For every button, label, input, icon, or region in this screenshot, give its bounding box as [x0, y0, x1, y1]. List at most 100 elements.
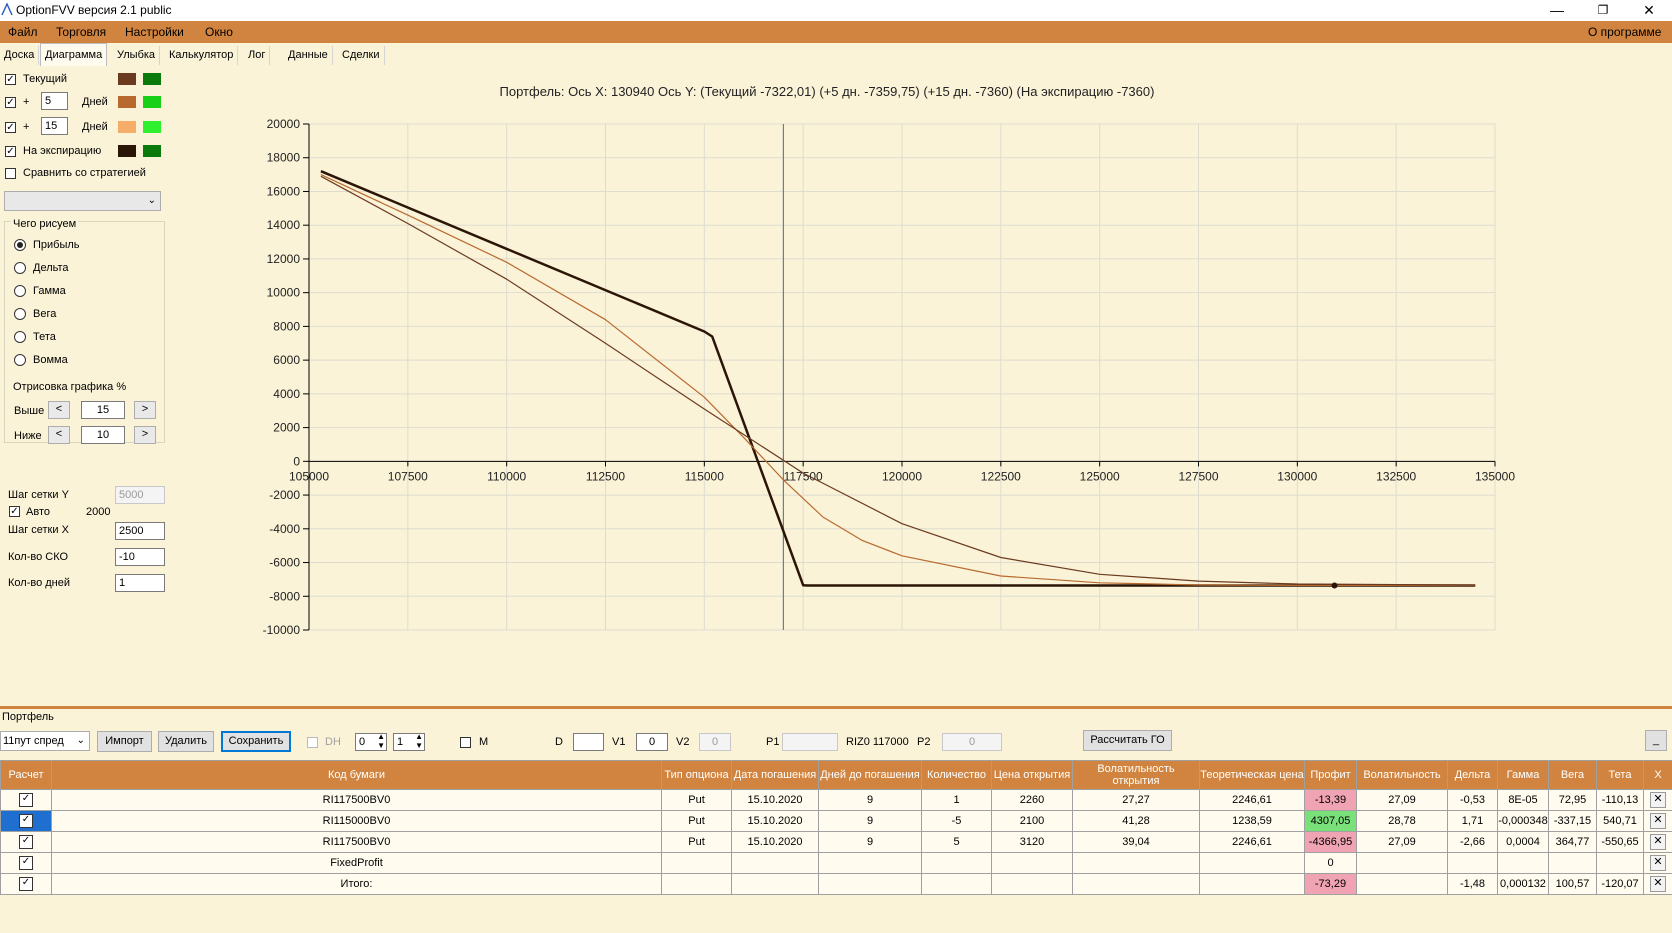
- tab-diagram[interactable]: Диаграмма: [40, 43, 108, 66]
- calc-checkbox[interactable]: ✓: [19, 814, 33, 828]
- cell-theta[interactable]: 540,71: [1596, 810, 1644, 832]
- restore-icon[interactable]: ❐: [1580, 0, 1626, 21]
- table-row[interactable]: ✓ RI117500BV0 Put 15.10.2020 9 5 3120 39,04 2246…: [0, 831, 1672, 853]
- m-checkbox[interactable]: [460, 737, 471, 748]
- cell-delta[interactable]: -1,48: [1447, 873, 1498, 895]
- table-row[interactable]: ✓ RI117500BV0 Put 15.10.2020 9 1 2260 27,27 2246…: [0, 789, 1672, 811]
- cell-theta[interactable]: -110,13: [1596, 789, 1644, 811]
- cell-delta[interactable]: -2,66: [1447, 831, 1498, 853]
- table-row[interactable]: ✓ Итого: -73,29 -1,48 0,000132 100,57 -120,07 ✕: [0, 873, 1672, 895]
- close-icon[interactable]: ✕: [1626, 0, 1672, 21]
- cell-theo[interactable]: 2246,61: [1199, 789, 1305, 811]
- p2-input[interactable]: 0: [942, 733, 1002, 751]
- column-header[interactable]: Профит: [1304, 760, 1357, 790]
- spin2-arrows-icon[interactable]: ▲ ▼: [415, 732, 423, 750]
- column-header[interactable]: Тета: [1596, 760, 1644, 790]
- table-row[interactable]: ✓ FixedProfit 0 ✕: [0, 852, 1672, 874]
- save-button[interactable]: Сохранить: [221, 731, 291, 752]
- cell-vol[interactable]: [1356, 873, 1448, 895]
- p1-input[interactable]: [782, 733, 838, 751]
- expiration-color-swatch[interactable]: [118, 145, 136, 157]
- compare-checkbox[interactable]: [5, 168, 16, 179]
- cell-price[interactable]: [991, 873, 1073, 895]
- current-checkbox[interactable]: ✓: [5, 74, 16, 85]
- column-header[interactable]: Код бумаги: [51, 760, 662, 790]
- above-input[interactable]: 15: [81, 401, 125, 419]
- sko-input[interactable]: -10: [115, 548, 165, 566]
- cell-code[interactable]: FixedProfit: [51, 852, 662, 874]
- cell-theta[interactable]: -550,65: [1596, 831, 1644, 853]
- cell-date[interactable]: [731, 873, 819, 895]
- auto-checkbox[interactable]: ✓: [9, 506, 20, 517]
- v2-input[interactable]: 0: [699, 733, 731, 751]
- cell-price[interactable]: 2100: [991, 810, 1073, 832]
- tab-deals[interactable]: Сделки: [338, 46, 385, 65]
- column-header[interactable]: Волатильность: [1356, 760, 1448, 790]
- cell-gamma[interactable]: 0,000132: [1497, 873, 1549, 895]
- radio-vomma[interactable]: [14, 354, 26, 366]
- cell-days[interactable]: 9: [818, 810, 922, 832]
- cell-type[interactable]: Put: [661, 831, 732, 853]
- calc-checkbox-cell[interactable]: ✓: [0, 831, 52, 853]
- cell-date[interactable]: 15.10.2020: [731, 831, 819, 853]
- tab-log[interactable]: Лог: [244, 46, 271, 65]
- cell-vega[interactable]: 72,95: [1548, 789, 1597, 811]
- cell-theo[interactable]: [1199, 873, 1305, 895]
- calc-checkbox-cell[interactable]: ✓: [0, 852, 52, 874]
- radio-gamma[interactable]: [14, 285, 26, 297]
- column-header[interactable]: Количество: [921, 760, 992, 790]
- cell-vol[interactable]: 27,09: [1356, 789, 1448, 811]
- cell-days[interactable]: 9: [818, 789, 922, 811]
- cell-delta[interactable]: -0,53: [1447, 789, 1498, 811]
- cell-gamma[interactable]: [1497, 852, 1549, 874]
- remove-row-icon[interactable]: ✕: [1650, 876, 1666, 892]
- cell-date[interactable]: 15.10.2020: [731, 789, 819, 811]
- strategy-dropdown[interactable]: 11пут спред ⌄: [0, 731, 90, 751]
- cell-type[interactable]: Put: [661, 789, 732, 811]
- cell-profit[interactable]: 4307,05: [1304, 810, 1357, 832]
- calc-checkbox[interactable]: ✓: [19, 835, 33, 849]
- radio-theta[interactable]: [14, 331, 26, 343]
- calc-checkbox-cell[interactable]: ✓: [0, 789, 52, 811]
- cell-price[interactable]: 2260: [991, 789, 1073, 811]
- cell-vol-open[interactable]: 41,28: [1072, 810, 1200, 832]
- tab-board[interactable]: Доска: [0, 46, 40, 65]
- cell-price[interactable]: [991, 852, 1073, 874]
- d-input[interactable]: [573, 733, 604, 751]
- cell-vol-open[interactable]: 39,04: [1072, 831, 1200, 853]
- tab-calculator[interactable]: Калькулятор: [165, 46, 239, 65]
- radio-delta[interactable]: [14, 262, 26, 274]
- days1-color-swatch[interactable]: [118, 96, 136, 108]
- column-header[interactable]: Волатильность открытия: [1072, 760, 1200, 790]
- delete-button[interactable]: Удалить: [158, 731, 214, 752]
- menu-window[interactable]: Окно: [205, 25, 233, 39]
- cell-delta[interactable]: [1447, 852, 1498, 874]
- cell-days[interactable]: [818, 852, 922, 874]
- menu-about[interactable]: О программе: [1588, 25, 1661, 39]
- days2-color-swatch-2[interactable]: [143, 121, 161, 133]
- days2-color-swatch[interactable]: [118, 121, 136, 133]
- v1-input[interactable]: 0: [636, 733, 668, 751]
- table-row[interactable]: ✓ RI115000BV0 Put 15.10.2020 9 -5 2100 41,28 123…: [0, 810, 1672, 832]
- calc-checkbox-cell[interactable]: ✓: [0, 810, 52, 832]
- cell-vol[interactable]: 27,09: [1356, 831, 1448, 853]
- cell-vega[interactable]: [1548, 852, 1597, 874]
- column-header[interactable]: Гамма: [1497, 760, 1549, 790]
- cell-theo[interactable]: [1199, 852, 1305, 874]
- cell-vol[interactable]: 28,78: [1356, 810, 1448, 832]
- column-header[interactable]: Дельта: [1447, 760, 1498, 790]
- cell-theta[interactable]: -120,07: [1596, 873, 1644, 895]
- above-next-button[interactable]: >: [134, 401, 156, 419]
- cell-qty[interactable]: [921, 852, 992, 874]
- cell-profit[interactable]: -73,29: [1304, 873, 1357, 895]
- days1-input[interactable]: 5: [41, 92, 68, 110]
- column-header[interactable]: X: [1643, 760, 1672, 790]
- column-header[interactable]: Цена открытия: [991, 760, 1073, 790]
- calc-checkbox[interactable]: ✓: [19, 877, 33, 891]
- calc-checkbox[interactable]: ✓: [19, 793, 33, 807]
- cell-date[interactable]: [731, 852, 819, 874]
- column-header[interactable]: Расчет: [0, 760, 52, 790]
- current-color-swatch-2[interactable]: [143, 73, 161, 85]
- import-button[interactable]: Импорт: [97, 731, 152, 752]
- dh-checkbox[interactable]: [307, 737, 318, 748]
